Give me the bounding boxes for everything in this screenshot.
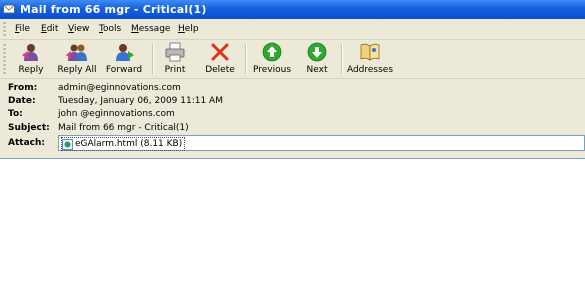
- toolbar-separator: [152, 44, 154, 74]
- to-label: To:: [8, 109, 23, 119]
- reply-all-button[interactable]: Reply All: [54, 42, 100, 76]
- title-bar: Mail from 66 mgr - Critical(1): [0, 0, 585, 19]
- reply-all-icon: [66, 44, 87, 61]
- toolbar-separator: [245, 44, 247, 74]
- from-value: admin@eginnovations.com: [58, 83, 181, 93]
- date-label: Date:: [8, 96, 36, 106]
- window-title: Mail from 66 mgr - Critical(1): [20, 3, 207, 16]
- up-arrow-icon: [262, 42, 282, 62]
- down-arrow-icon: [307, 42, 327, 62]
- menu-file[interactable]: File: [15, 24, 30, 34]
- menu-message[interactable]: Message: [131, 24, 170, 34]
- delete-x-icon: [211, 43, 229, 61]
- delete-button[interactable]: Delete: [204, 42, 236, 76]
- reply-icon: [22, 44, 38, 61]
- menu-grip: [3, 22, 6, 36]
- forward-button[interactable]: Forward: [104, 42, 144, 76]
- attach-label: Attach:: [8, 138, 45, 148]
- menu-tools[interactable]: Tools: [99, 24, 121, 34]
- forward-icon: [116, 44, 134, 61]
- menu-help[interactable]: Help: [178, 24, 199, 34]
- date-value: Tuesday, January 06, 2009 11:11 AM: [58, 96, 223, 106]
- toolbar-separator: [341, 44, 343, 74]
- reply-button[interactable]: Reply: [12, 42, 50, 76]
- html-file-icon: [62, 138, 73, 150]
- mail-app-icon: [3, 4, 15, 14]
- subject-value: Mail from 66 mgr - Critical(1): [58, 123, 189, 133]
- message-body[interactable]: [0, 158, 585, 282]
- menu-edit[interactable]: Edit: [41, 24, 58, 34]
- printer-icon: [165, 42, 185, 62]
- menu-view[interactable]: View: [68, 24, 89, 34]
- message-header: From: admin@eginnovations.com Date: Tues…: [0, 79, 585, 156]
- to-value: john @eginnovations.com: [58, 109, 175, 119]
- next-button[interactable]: Next: [302, 42, 332, 76]
- from-label: From:: [8, 83, 38, 93]
- attachment-field: eGAlarm.html (8.11 KB): [58, 135, 585, 151]
- toolbar-grip: [3, 44, 6, 74]
- attachment-name: eGAlarm.html (8.11 KB): [75, 139, 183, 149]
- attachment-item[interactable]: eGAlarm.html (8.11 KB): [61, 137, 186, 151]
- subject-label: Subject:: [8, 123, 50, 133]
- addresses-button[interactable]: Addresses: [346, 42, 394, 76]
- toolbar: Reply Reply All Forward Print Delete Pre…: [0, 40, 585, 79]
- menu-bar: File Edit View Tools Message Help: [0, 19, 585, 40]
- address-book-icon: [360, 43, 380, 61]
- print-button[interactable]: Print: [160, 42, 190, 76]
- previous-button[interactable]: Previous: [252, 42, 292, 76]
